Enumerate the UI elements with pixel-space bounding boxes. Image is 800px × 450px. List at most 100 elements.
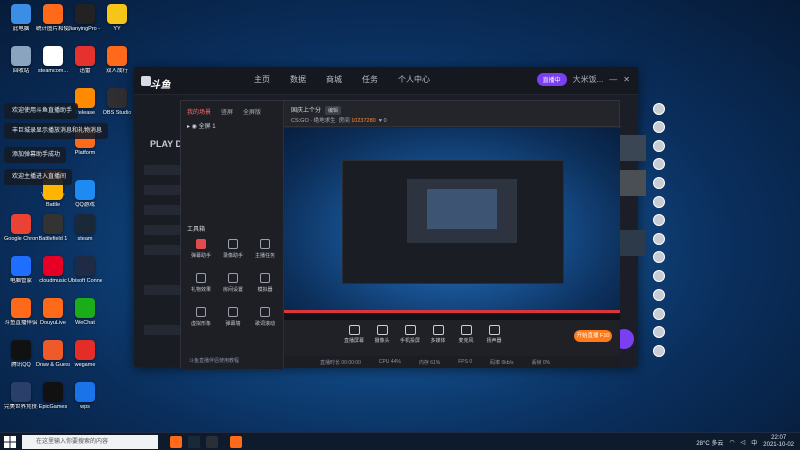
viewer-avatar[interactable] [653,345,665,357]
desktop-shortcut[interactable]: wegame [68,340,102,380]
volume-icon[interactable]: ◁ [741,439,746,446]
desktop-shortcut[interactable]: DouyuLive [36,298,70,338]
side-thumbnail[interactable] [620,135,646,161]
desktop-shortcut[interactable]: 双人成行 [100,46,134,86]
desktop-shortcut[interactable]: EpicGames [36,382,70,422]
desktop-shortcut[interactable]: JianyingPro - 快捷方式 [68,4,102,44]
nav-profile[interactable]: 个人中心 [398,74,430,85]
nav-shop[interactable]: 商城 [326,74,342,85]
desktop-shortcut-label: Platform [74,150,96,156]
desktop-shortcut[interactable]: WeChat [68,298,102,338]
nav-home[interactable]: 主页 [254,74,270,85]
camera-button[interactable]: 摄像头 [368,325,396,344]
weather-widget[interactable]: 28°C 多云 [696,438,723,447]
desktop-shortcut[interactable]: Battlefield 1 [36,214,70,254]
viewer-avatar[interactable] [653,121,665,133]
viewer-avatar[interactable] [653,308,665,320]
sidebar-item[interactable] [144,285,180,295]
viewer-avatar[interactable] [653,140,665,152]
tool-lyrics[interactable]: 歌词滚动 [251,307,279,331]
user-name[interactable]: 大米饭... [573,74,604,85]
tool-record-helper[interactable]: 录像助手 [219,239,247,263]
side-thumbnail[interactable] [620,230,646,256]
viewer-avatar[interactable] [653,177,665,189]
desktop-shortcut[interactable]: YY [100,4,134,44]
tutorial-link[interactable]: 斗鱼直播伴侣使用教程 [189,357,239,364]
edit-tag[interactable]: 编辑 [325,106,342,115]
notification-4[interactable]: 欢迎主播进入直播间 [4,169,73,185]
desktop-shortcut[interactable]: Draw & Guess [36,340,70,380]
sidebar-item[interactable] [144,225,180,235]
tool-room-settings[interactable]: 房间设置 [219,273,247,297]
taskbar-search-input[interactable]: 在这里输入你要搜索的内容 [22,435,158,449]
nav-task[interactable]: 任务 [362,74,378,85]
desktop-shortcut-label: JianyingPro - 快捷方式 [68,26,102,32]
screen-capture-button[interactable]: 直播屏幕 [340,325,368,344]
microphone-button[interactable]: 麦克风 [452,325,480,344]
nav-data[interactable]: 数据 [290,74,306,85]
viewer-avatar[interactable] [653,289,665,301]
taskbar-app-douyu[interactable] [170,436,182,448]
app-icon [11,214,31,234]
desktop-shortcut[interactable]: 此电脑 [4,4,38,44]
wifi-icon[interactable]: ◠ [729,439,734,446]
tool-virtual-avatar[interactable]: 虚拟形象 [187,307,215,331]
desktop-shortcut[interactable]: 腾讯QQ [4,340,38,380]
desktop-shortcut[interactable]: 斗鱼直播伴侣 [4,298,38,338]
desktop-shortcut[interactable]: cloudmusic [36,256,70,296]
sidebar-item[interactable] [144,325,180,335]
sidebar-item[interactable] [144,165,180,175]
viewer-avatar[interactable] [653,251,665,263]
desktop-shortcut[interactable]: 电脑管家 [4,256,38,296]
sidebar-item[interactable] [144,185,180,195]
viewer-avatar[interactable] [653,214,665,226]
speaker-button[interactable]: 扬声器 [480,325,508,344]
viewer-avatar[interactable] [653,196,665,208]
sidebar-item[interactable] [144,205,180,215]
phone-cast-button[interactable]: 手机投屏 [396,325,424,344]
viewer-avatar[interactable] [653,158,665,170]
close-icon[interactable]: ✕ [623,75,630,84]
viewer-avatar[interactable] [653,103,665,115]
taskbar-app-obs[interactable] [206,436,218,448]
tool-danmu-helper[interactable]: 弹幕助手 [187,239,215,263]
desktop-shortcut[interactable]: 统计图片和使用客户端（无... [36,4,70,44]
viewer-avatar[interactable] [653,270,665,282]
tab-vertical[interactable]: 竖屏 [221,107,233,116]
start-live-button[interactable]: 开始直播 F10 [574,330,612,342]
desktop-shortcut[interactable]: Google Chrome [4,214,38,254]
windows-start-icon[interactable] [4,436,16,448]
ime-indicator[interactable]: 中 [751,438,757,447]
desktop-shortcut[interactable]: Ubisoft Connect [68,256,102,296]
stream-preview[interactable] [284,128,620,320]
tool-streamer-task[interactable]: 主播任务 [251,239,279,263]
sidebar-item[interactable] [144,245,180,255]
viewer-avatar[interactable] [653,233,665,245]
minimize-icon[interactable]: — [609,75,617,84]
taskbar-app-steam[interactable] [188,436,200,448]
scene-item[interactable]: ▸ ◉ 全屏 1 [187,121,216,130]
tool-gift-effect[interactable]: 礼物效果 [187,273,215,297]
tool-danmu-wall[interactable]: 弹幕墙 [219,307,247,331]
app-icon [11,340,31,360]
notification-2[interactable]: 丰巨城录显示播放消息和礼物消息 [4,123,109,139]
taskbar-app-live-companion[interactable] [230,436,242,448]
viewer-avatar[interactable] [653,326,665,338]
desktop-shortcut[interactable]: 完美世界竞技平台 [4,382,38,422]
live-badge[interactable]: 直播中 [536,73,567,86]
notification-3[interactable]: 添加弹幕助手成功 [4,147,67,163]
desktop-shortcut[interactable]: 迅雷 [68,46,102,86]
monitor-icon [348,325,360,335]
desktop-shortcut[interactable]: OBS Studio [100,88,134,128]
side-thumbnail[interactable] [620,170,646,196]
desktop-shortcut[interactable]: steam [68,214,102,254]
multimedia-button[interactable]: 多媒体 [424,325,452,344]
tool-emulator[interactable]: 模拟器 [251,273,279,297]
desktop-shortcut[interactable]: 回收站 [4,46,38,86]
desktop-shortcut[interactable]: steamcom... [36,46,70,86]
clock[interactable]: 22:07 2021-10-02 [763,435,794,449]
notification-1[interactable]: 欢迎使用斗鱼直播助手 [4,103,79,119]
desktop-shortcut[interactable]: wps [68,382,102,422]
tab-my-scene[interactable]: 我的场景 [187,107,211,116]
tab-fullscreen[interactable]: 全屏版 [243,107,261,116]
